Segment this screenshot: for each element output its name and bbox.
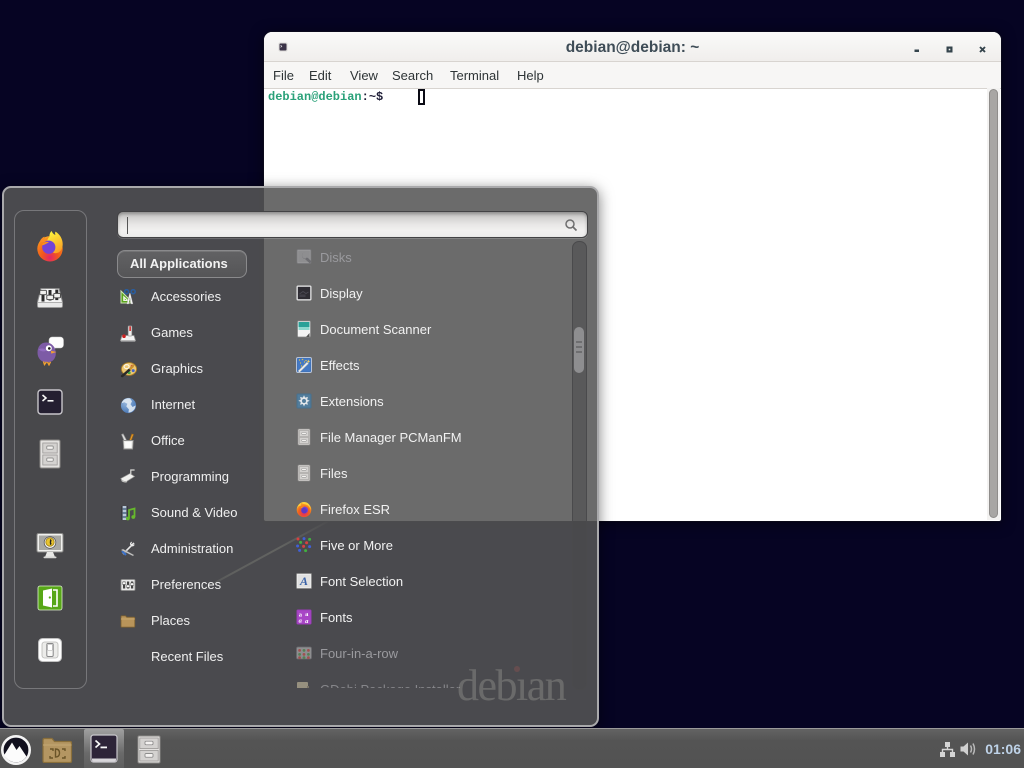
svg-text:A: A [299,574,308,588]
